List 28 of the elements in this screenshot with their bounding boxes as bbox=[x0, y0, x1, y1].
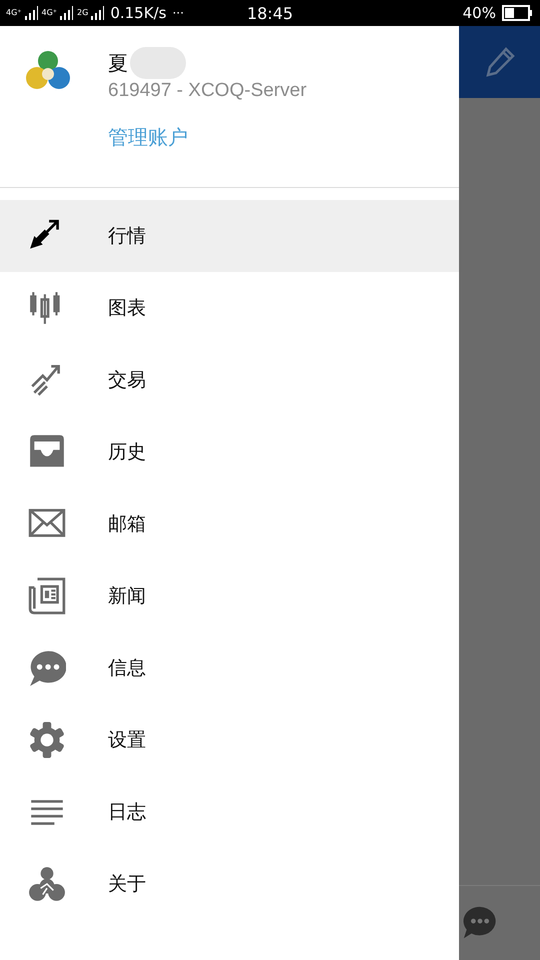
clock: 18:45 bbox=[246, 4, 294, 22]
menu-item[interactable]: 交易 bbox=[0, 344, 459, 416]
network-label: 2G bbox=[77, 9, 88, 17]
settings-icon bbox=[28, 721, 66, 759]
more-indicator: ··· bbox=[172, 6, 184, 20]
network-label: 4G⁺ bbox=[42, 9, 58, 17]
network-label: 4G⁺ bbox=[6, 9, 22, 17]
menu-item[interactable]: 邮箱 bbox=[0, 488, 459, 560]
menu-item[interactable]: 设置 bbox=[0, 704, 459, 776]
speech-bubble-icon bbox=[28, 649, 66, 687]
menu-item[interactable]: 图表 bbox=[0, 272, 459, 344]
network-speed: 0.15K/s bbox=[110, 4, 166, 22]
account-number: 619497 - XCOQ-Server bbox=[108, 80, 307, 102]
battery-icon bbox=[502, 5, 534, 21]
menu-item[interactable]: 信息 bbox=[0, 632, 459, 704]
account-name: 夏 bbox=[108, 50, 128, 76]
battery-percent: 40% bbox=[462, 4, 496, 22]
menu-item[interactable]: 行情 bbox=[0, 200, 459, 272]
signal-icon bbox=[24, 6, 38, 20]
newspaper-icon bbox=[28, 577, 66, 615]
menu-item[interactable]: 历史 bbox=[0, 416, 459, 488]
menu-item[interactable]: 关于 bbox=[0, 848, 459, 920]
signal-icon bbox=[59, 6, 74, 20]
menu-item[interactable]: 日志 bbox=[0, 776, 459, 848]
menu-item[interactable]: 新闻 bbox=[0, 560, 459, 632]
logo-icon bbox=[28, 865, 66, 903]
pencil-icon[interactable] bbox=[484, 46, 516, 78]
signal-icon bbox=[90, 6, 104, 20]
